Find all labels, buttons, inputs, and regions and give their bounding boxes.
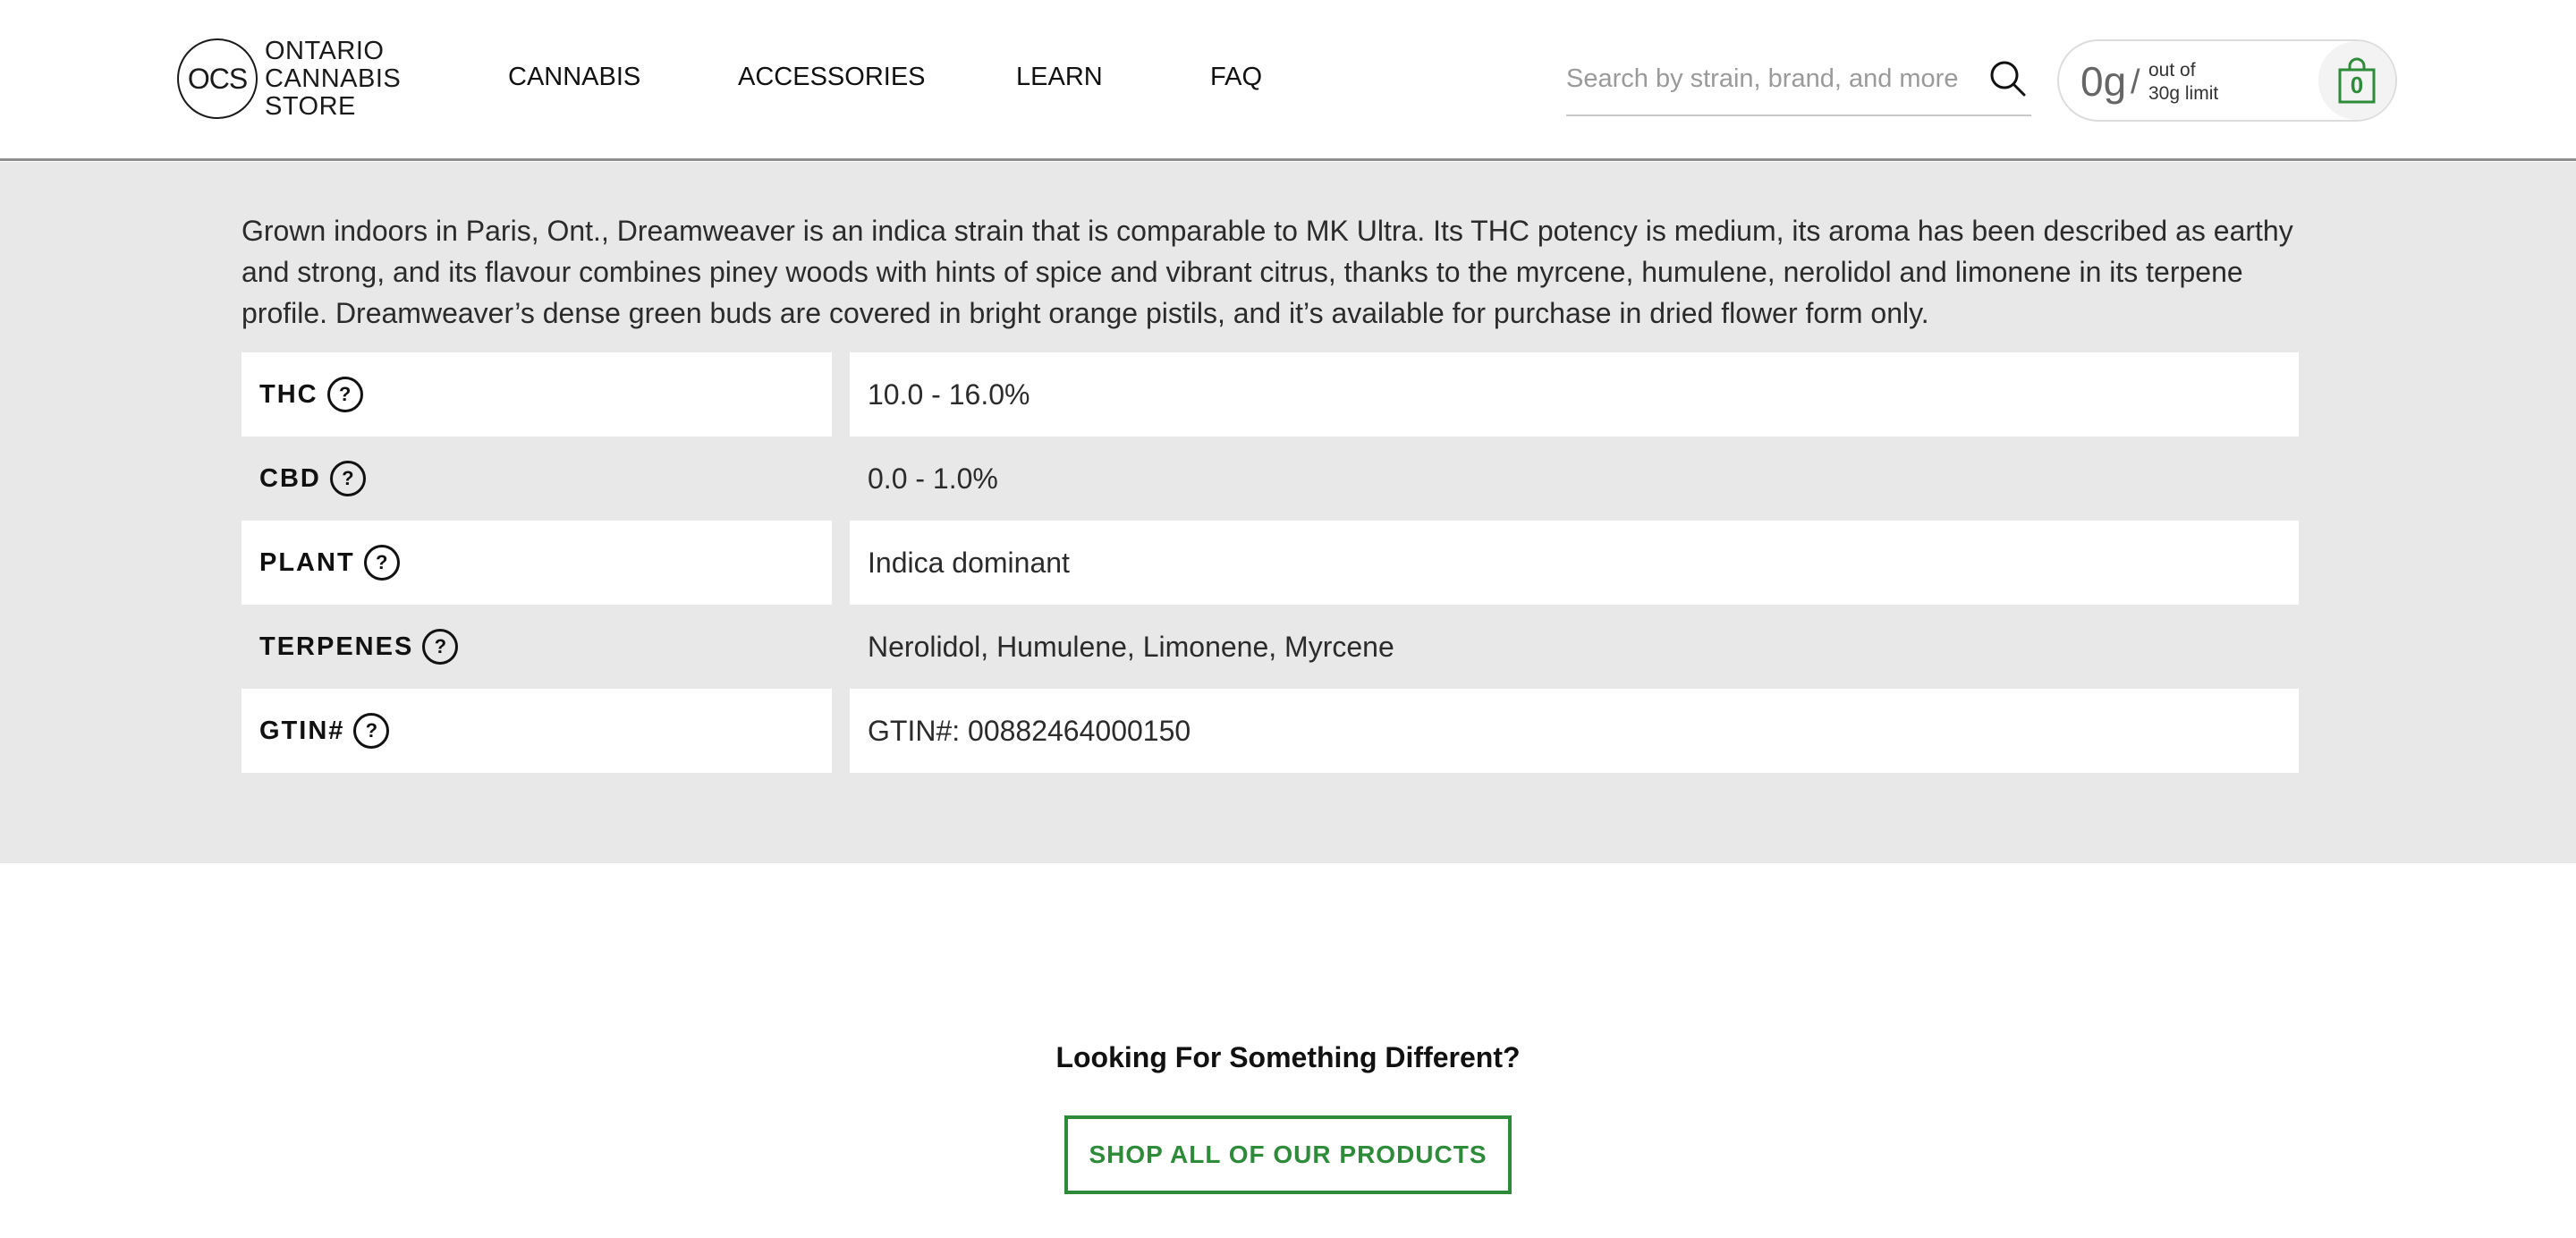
spec-label-cell: GTIN# ? [242,689,832,773]
shopping-bag-icon: 0 [2337,57,2377,104]
spec-label: CBD [259,463,321,493]
help-icon[interactable]: ? [329,461,366,496]
cart-limit-line2: 30g limit [2148,83,2219,104]
help-icon[interactable]: ? [326,377,363,412]
spec-value: 0.0 - 1.0% [868,462,998,495]
site-header: OCS ONTARIO CANNABIS STORE CANNABIS ACCE… [0,0,2576,161]
spec-row-gtin: GTIN# ? GTIN#: 00882464000150 [242,689,2299,773]
spec-row-terpenes: TERPENES ? Nerolidol, Humulene, Limonene… [242,605,2299,689]
search-button[interactable] [1985,55,2031,102]
spec-value: Nerolidol, Humulene, Limonene, Myrcene [868,630,1394,663]
spec-value-cell: 0.0 - 1.0% [850,437,2299,521]
search-bar [1566,52,2031,116]
spec-label-cell: PLANT ? [242,521,832,605]
product-details-section: Grown indoors in Paris, Ont., Dreamweave… [0,162,2576,863]
spec-value: Indica dominant [868,546,1070,579]
spec-label-cell: THC ? [242,352,832,437]
spec-value-cell: Nerolidol, Humulene, Limonene, Myrcene [850,605,2299,689]
cart-limit-line1: out of [2148,60,2196,81]
logo-word-ontario: ONTARIO [265,36,385,65]
spec-label-cell: CBD ? [242,437,832,521]
spec-label: GTIN# [259,716,345,745]
search-icon [1990,61,2026,97]
logo-word-store: STORE [265,91,356,121]
spec-row-thc: THC ? 10.0 - 16.0% [242,352,2299,437]
nav-item-cannabis[interactable]: CANNABIS [508,59,640,95]
spec-label: PLANT [259,547,355,577]
spec-value-cell: GTIN#: 00882464000150 [850,689,2299,773]
spec-label: TERPENES [259,632,414,661]
spec-value: 10.0 - 16.0% [868,377,1030,411]
logo-wordmark: ONTARIO CANNABIS STORE [265,36,402,121]
help-icon[interactable]: ? [363,545,400,581]
shopping-bag-button[interactable]: 0 [2318,41,2395,120]
spec-label-cell: TERPENES ? [242,605,832,689]
cta-heading: Looking For Something Different? [1055,1041,1521,1073]
spec-row-cbd: CBD ? 0.0 - 1.0% [242,437,2299,521]
shop-all-products-button[interactable]: SHOP ALL OF OUR PRODUCTS [1064,1115,1512,1194]
nav-item-learn[interactable]: LEARN [1016,59,1103,95]
search-input[interactable] [1566,59,1960,98]
cart-count: 0 [2350,72,2364,98]
cart-weight: 0g [2080,58,2127,105]
cart-separator: / [2131,64,2140,101]
spec-row-plant: PLANT ? Indica dominant [242,521,2299,605]
product-description: Grown indoors in Paris, Ont., Dreamweave… [242,215,2293,329]
cart-limit: out of 30g limit [2148,59,2274,106]
spec-value-cell: 10.0 - 16.0% [850,352,2299,437]
logo-monogram: OCS [177,38,258,119]
nav-item-accessories[interactable]: ACCESSORIES [738,59,926,95]
spec-label: THC [259,379,318,409]
spec-value-cell: Indica dominant [850,521,2299,605]
product-spec-table: THC ? 10.0 - 16.0% CBD ? 0.0 - 1.0% PLAN… [242,352,2299,773]
nav-item-faq[interactable]: FAQ [1210,59,1262,95]
ocs-logo[interactable]: OCS ONTARIO CANNABIS STORE [177,36,402,121]
spec-value: GTIN#: 00882464000150 [868,714,1191,747]
help-icon[interactable]: ? [353,713,390,749]
cart-widget: 0g / out of 30g limit 0 [2057,39,2397,122]
logo-word-cannabis: CANNABIS [265,64,402,93]
help-icon[interactable]: ? [422,629,459,665]
